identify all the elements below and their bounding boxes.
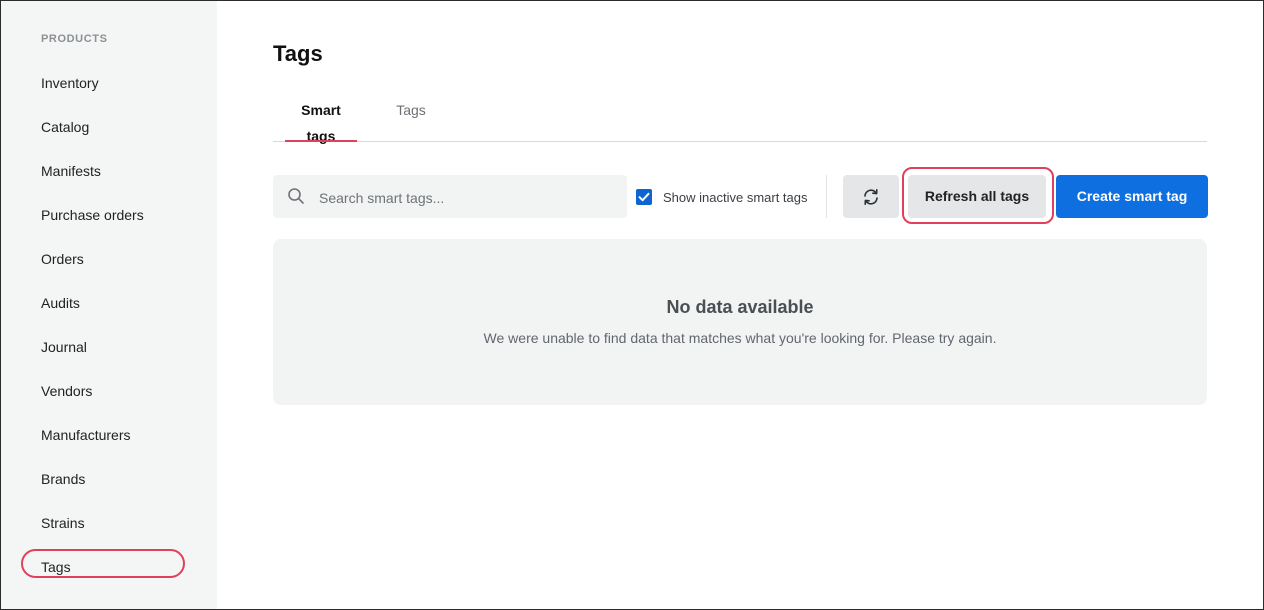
sidebar-item-catalog[interactable]: Catalog: [41, 118, 89, 136]
sidebar-item-vendors[interactable]: Vendors: [41, 382, 92, 400]
empty-state-panel: No data available We were unable to find…: [273, 239, 1207, 405]
sidebar-item-audits[interactable]: Audits: [41, 294, 80, 312]
search-icon: [287, 187, 305, 205]
tab-smart-tags[interactable]: Smart tags: [285, 97, 357, 144]
toolbar-divider: [826, 175, 827, 218]
sidebar-item-brands[interactable]: Brands: [41, 470, 85, 488]
show-inactive-checkbox[interactable]: [636, 189, 652, 205]
search-box: [273, 175, 627, 220]
create-smart-tag-button[interactable]: Create smart tag: [1056, 175, 1208, 218]
sidebar-item-tags[interactable]: Tags: [41, 558, 71, 576]
sync-button[interactable]: [843, 175, 899, 218]
sidebar-section-products: PRODUCTS: [41, 33, 108, 45]
checkmark-icon: [638, 192, 650, 202]
sidebar-item-manufacturers[interactable]: Manufacturers: [41, 426, 130, 444]
sidebar-item-manifests[interactable]: Manifests: [41, 162, 101, 180]
main-content: Tags Smart tags Tags Show inactive smart…: [217, 1, 1263, 609]
sidebar-item-purchase-orders[interactable]: Purchase orders: [41, 206, 144, 224]
sidebar-item-inventory[interactable]: Inventory: [41, 74, 99, 92]
sidebar-item-orders[interactable]: Orders: [41, 250, 84, 268]
app-window: PRODUCTS Inventory Catalog Manifests Pur…: [0, 0, 1264, 610]
sidebar: PRODUCTS Inventory Catalog Manifests Pur…: [1, 1, 217, 609]
tab-tags[interactable]: Tags: [395, 97, 427, 141]
refresh-all-tags-button[interactable]: Refresh all tags: [908, 175, 1046, 218]
show-inactive-label[interactable]: Show inactive smart tags: [663, 190, 808, 205]
empty-state-title: No data available: [666, 297, 814, 317]
search-input[interactable]: [317, 175, 621, 220]
page-title: Tags: [273, 41, 323, 66]
sidebar-item-journal[interactable]: Journal: [41, 338, 87, 356]
tab-bar: Smart tags Tags: [273, 97, 1207, 144]
empty-state-message: We were unable to find data that matches…: [483, 330, 997, 346]
sidebar-item-strains[interactable]: Strains: [41, 514, 85, 532]
sync-icon: [864, 188, 878, 206]
